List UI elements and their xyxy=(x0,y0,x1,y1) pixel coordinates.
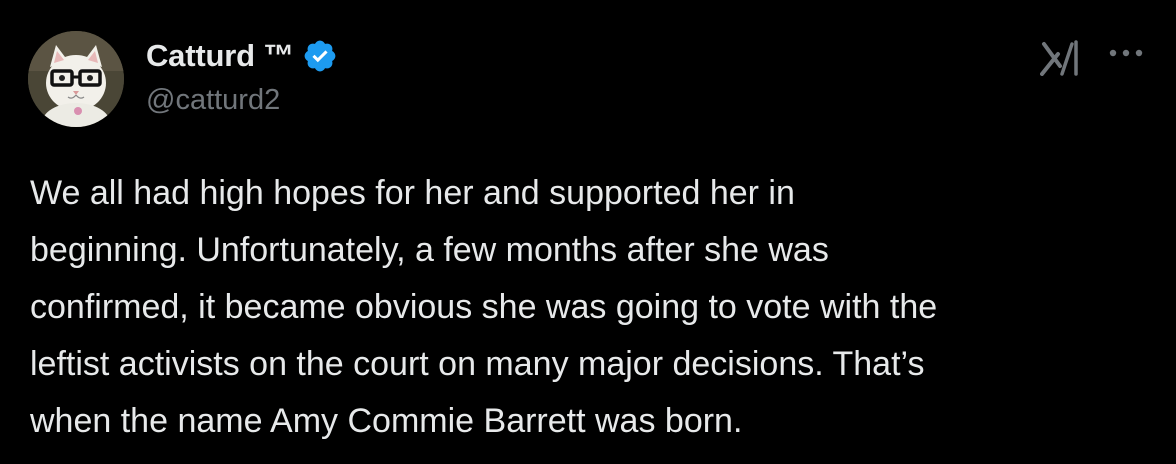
author-display-name[interactable]: Catturd ™ xyxy=(146,38,294,74)
tweet-text-line: confirmed, it became obvious she was goi… xyxy=(30,288,938,326)
cat-avatar-image xyxy=(28,31,124,127)
author-handle[interactable]: @catturd2 xyxy=(146,84,280,117)
tweet-text-line: We all had high hopes for her and suppor… xyxy=(30,174,795,212)
tweet-card: Catturd ™ @catturd2 We all had high hope… xyxy=(0,0,1176,464)
xai-logo-icon[interactable] xyxy=(1040,40,1082,76)
more-options-icon xyxy=(1109,49,1143,57)
verified-badge-icon xyxy=(304,40,336,72)
more-options-button[interactable] xyxy=(1104,38,1148,68)
tweet-text-line: when the name Amy Commie Barrett was bor… xyxy=(30,402,743,440)
author-name-row: Catturd ™ xyxy=(146,36,338,76)
tweet-text-line: beginning. Unfortunately, a few months a… xyxy=(30,231,829,269)
tweet-text-line: leftist activists on the court on many m… xyxy=(30,345,925,383)
tweet-text: We all had high hopes for her and suppor… xyxy=(30,165,1160,450)
avatar[interactable] xyxy=(28,31,124,127)
